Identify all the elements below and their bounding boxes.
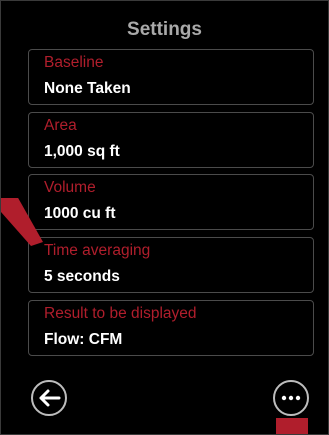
more-options-button[interactable] (269, 377, 313, 419)
page-title: Settings (127, 19, 202, 40)
arrow-left-icon (31, 380, 67, 416)
area-label: Area (44, 117, 77, 134)
result-display-field[interactable]: Result to be displayed Flow: CFM (28, 300, 314, 356)
back-button[interactable] (28, 377, 70, 419)
volume-value: 1000 cu ft (44, 205, 116, 222)
volume-field[interactable]: Volume 1000 cu ft (28, 174, 314, 230)
time-averaging-label: Time averaging (44, 242, 151, 259)
side-strip (318, 1, 328, 434)
red-marker (276, 418, 308, 434)
result-display-value: Flow: CFM (44, 331, 123, 348)
volume-label: Volume (44, 179, 96, 196)
area-value: 1,000 sq ft (44, 143, 120, 160)
result-display-label: Result to be displayed (44, 305, 197, 322)
baseline-value: None Taken (44, 80, 131, 97)
settings-screen: Settings Baseline None Taken Area 1,000 … (0, 0, 329, 435)
area-field[interactable]: Area 1,000 sq ft (28, 112, 314, 168)
red-arrow-pointer (1, 198, 43, 246)
baseline-field[interactable]: Baseline None Taken (28, 49, 314, 105)
baseline-label: Baseline (44, 54, 104, 71)
time-averaging-field[interactable]: Time averaging 5 seconds (28, 237, 314, 293)
ellipsis-icon (273, 380, 309, 416)
time-averaging-value: 5 seconds (44, 268, 120, 285)
